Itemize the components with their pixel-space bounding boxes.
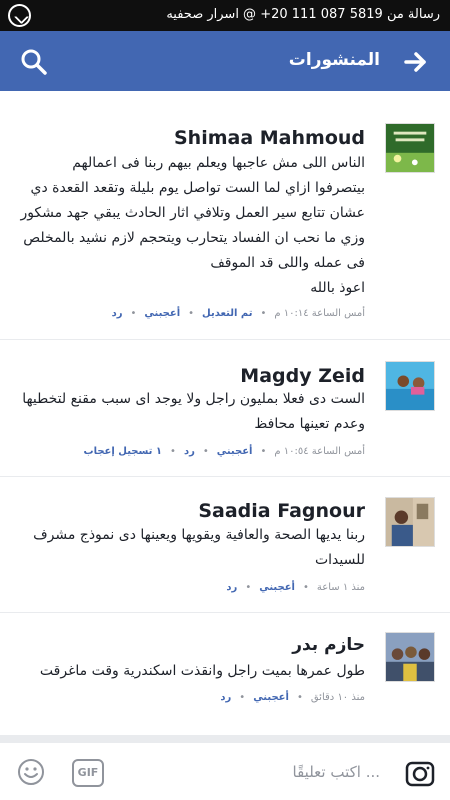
- comment-meta: أمس الساعة ١٠:١٤ م•تم التعديل•أعجبني•رد: [111, 308, 365, 319]
- comment-time: أمس الساعة ١٠:١٤ م: [274, 308, 365, 319]
- comment-meta: منذ ١٠ دقائق•أعجبني•رد: [220, 692, 365, 703]
- avatar[interactable]: [385, 123, 435, 173]
- comment-text: ربنا يديها الصحة والعافية ويقويها ويعينه…: [33, 527, 365, 568]
- comments-feed[interactable]: Shimaa Mahmoud الناس اللى مش عاجبها ويعل…: [0, 91, 450, 731]
- avatar[interactable]: [385, 361, 435, 411]
- arrow-right-icon[interactable]: [402, 48, 430, 76]
- comment-time: منذ ١ ساعة: [316, 582, 365, 593]
- whatsapp-icon[interactable]: [8, 4, 31, 27]
- reply-button[interactable]: رد: [184, 446, 195, 457]
- avatar[interactable]: [385, 632, 435, 682]
- comment-meta: أمس الساعة ١٠:٥٤ م•أعجبني•رد•١ تسجيل إعج…: [83, 446, 365, 457]
- like-button[interactable]: أعجبني: [144, 308, 180, 319]
- app-header: المنشورات: [0, 31, 450, 91]
- divider: [0, 612, 450, 613]
- comment-input[interactable]: اكتب تعليقًا ...: [293, 763, 380, 781]
- reply-button[interactable]: رد: [220, 692, 231, 703]
- emoji-icon[interactable]: [16, 757, 46, 787]
- comment-author[interactable]: Magdy Zeid: [240, 365, 365, 387]
- divider: [0, 339, 450, 340]
- like-button[interactable]: أعجبني: [217, 446, 253, 457]
- comment-composer: GIF اكتب تعليقًا ...: [0, 735, 450, 800]
- comment-meta: منذ ١ ساعة•أعجبني•رد: [226, 582, 365, 593]
- comment-author[interactable]: حازم بدر: [292, 635, 365, 655]
- like-button[interactable]: أعجبني: [259, 582, 295, 593]
- reply-button[interactable]: رد: [226, 582, 237, 593]
- search-icon[interactable]: [20, 48, 48, 76]
- divider: [0, 476, 450, 477]
- likes-count-link[interactable]: ١ تسجيل إعجاب: [84, 446, 163, 457]
- comment-text: الناس اللى مش عاجبها ويعلم بيهم ربنا فى …: [20, 155, 365, 296]
- like-button[interactable]: أعجبني: [253, 692, 289, 703]
- edited-link[interactable]: تم التعديل: [202, 308, 252, 319]
- reply-button[interactable]: رد: [112, 308, 123, 319]
- comment-author[interactable]: Saadia Fagnour: [198, 500, 365, 522]
- camera-icon[interactable]: [404, 757, 436, 789]
- gif-button[interactable]: GIF: [72, 759, 104, 787]
- notification-banner[interactable]: رسالة من 5819 087 111 20+ @ اسرار صحفيه: [166, 7, 440, 22]
- avatar[interactable]: [385, 497, 435, 547]
- comment-time: أمس الساعة ١٠:٥٤ م: [274, 446, 365, 457]
- status-bar: رسالة من 5819 087 111 20+ @ اسرار صحفيه: [0, 0, 450, 31]
- comment-time: منذ ١٠ دقائق: [310, 692, 365, 703]
- page-title: المنشورات: [288, 50, 380, 70]
- comment-text: طول عمرها بميت راجل وانقذت اسكندرية وقت …: [39, 663, 365, 679]
- comment-text: الست دى فعلا بمليون راجل ولا يوجد اى سبب…: [22, 391, 365, 432]
- comment-author[interactable]: Shimaa Mahmoud: [174, 127, 365, 149]
